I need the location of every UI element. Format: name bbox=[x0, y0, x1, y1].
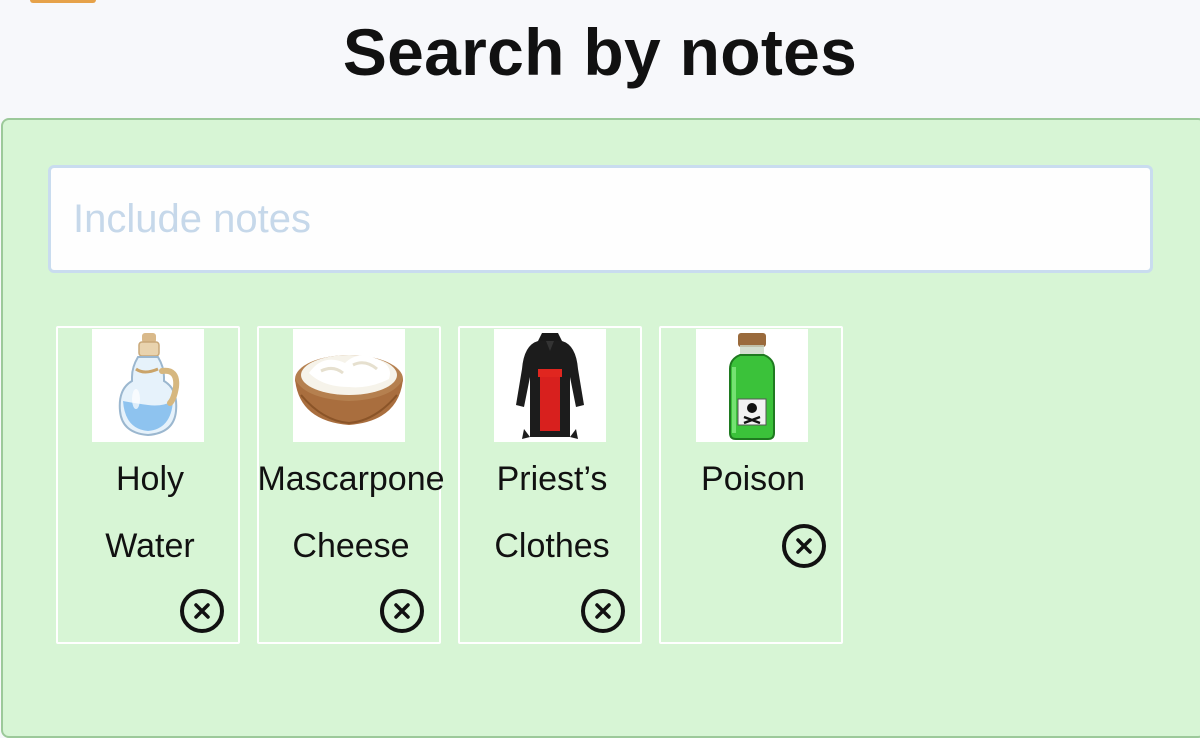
note-label-line1: Mascarpone bbox=[257, 460, 445, 498]
remove-note-button[interactable] bbox=[581, 589, 625, 633]
note-label-line1: Poison bbox=[701, 460, 805, 498]
note-label-line2: Clothes bbox=[494, 527, 610, 565]
close-circle-icon bbox=[796, 538, 812, 554]
mascarpone-bowl-icon bbox=[293, 329, 405, 442]
priest-robe-icon bbox=[494, 329, 606, 442]
remove-note-button[interactable] bbox=[180, 589, 224, 633]
note-card-poison: Poison bbox=[659, 326, 843, 644]
note-card-priests-clothes: Priest’s Clothes bbox=[458, 326, 642, 644]
holy-water-bottle-icon bbox=[92, 329, 204, 442]
remove-note-button[interactable] bbox=[380, 589, 424, 633]
note-label-line2: Water bbox=[105, 527, 195, 565]
close-circle-icon bbox=[194, 603, 210, 619]
note-card-mascarpone-cheese: Mascarpone Cheese bbox=[257, 326, 445, 644]
poison-bottle-icon bbox=[696, 329, 808, 442]
note-card-holy-water: Holy Water bbox=[56, 326, 240, 644]
note-label-line1: Holy bbox=[115, 460, 185, 498]
close-circle-icon bbox=[394, 603, 410, 619]
include-notes-input[interactable] bbox=[48, 165, 1153, 273]
note-label-line1: Priest’s bbox=[496, 460, 608, 498]
top-tab-accent bbox=[30, 0, 96, 3]
remove-note-button[interactable] bbox=[782, 524, 826, 568]
note-label-line2: Cheese bbox=[292, 527, 410, 565]
page-title: Search by notes bbox=[342, 15, 858, 89]
top-strip bbox=[0, 0, 1200, 6]
close-circle-icon bbox=[595, 603, 611, 619]
